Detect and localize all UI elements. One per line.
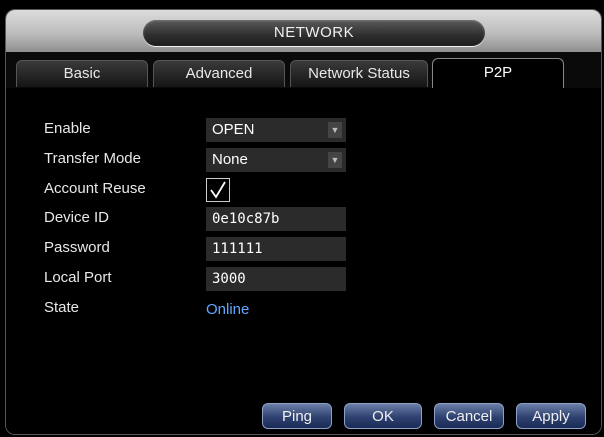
- enable-label: Enable: [44, 120, 91, 137]
- network-window: NETWORK Basic Advanced Network Status P2…: [5, 9, 602, 435]
- enable-select[interactable]: OPEN ▼: [206, 118, 346, 142]
- password-field[interactable]: 111111: [206, 237, 346, 261]
- tab-network-status[interactable]: Network Status: [290, 60, 428, 87]
- transfer-mode-select[interactable]: None ▼: [206, 148, 346, 172]
- state-label: State: [44, 299, 80, 316]
- state-value: Online: [206, 301, 250, 318]
- checkmark-icon: [210, 181, 226, 199]
- tab-p2p[interactable]: P2P: [432, 58, 564, 89]
- tab-basic[interactable]: Basic: [16, 60, 148, 87]
- title-bar: NETWORK: [6, 10, 601, 53]
- local-port-label: Local Port: [44, 269, 112, 286]
- device-id-field[interactable]: 0e10c87b: [206, 207, 346, 231]
- password-label: Password: [44, 239, 110, 256]
- transfer-mode-label: Transfer Mode: [44, 150, 141, 167]
- tab-bar: Basic Advanced Network Status P2P: [6, 52, 601, 89]
- account-reuse-label: Account Reuse: [44, 180, 146, 197]
- ok-button[interactable]: OK: [344, 403, 422, 429]
- local-port-field[interactable]: 3000: [206, 267, 346, 291]
- dropdown-arrow-icon[interactable]: ▼: [328, 152, 342, 168]
- ping-button[interactable]: Ping: [262, 403, 332, 429]
- apply-button[interactable]: Apply: [516, 403, 586, 429]
- dropdown-arrow-icon[interactable]: ▼: [328, 122, 342, 138]
- device-id-label: Device ID: [44, 209, 110, 226]
- account-reuse-checkbox[interactable]: [206, 178, 230, 202]
- enable-value: OPEN: [212, 121, 255, 138]
- cancel-button[interactable]: Cancel: [434, 403, 504, 429]
- window-title: NETWORK: [143, 20, 485, 46]
- transfer-mode-value: None: [212, 151, 248, 168]
- tab-advanced[interactable]: Advanced: [153, 60, 285, 87]
- p2p-panel: Enable OPEN ▼ Transfer Mode None ▼ Accou…: [6, 88, 601, 434]
